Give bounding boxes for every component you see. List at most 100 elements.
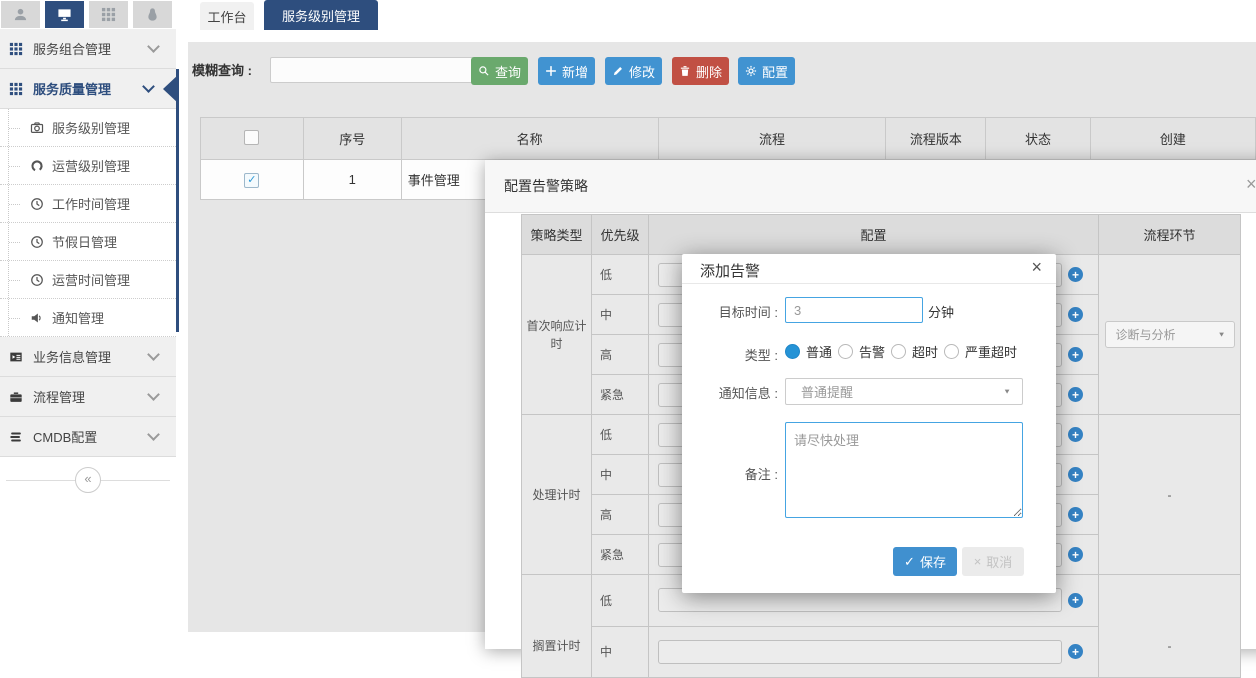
sidebar-item-label: 工作时间管理 xyxy=(52,194,176,213)
stage-select[interactable]: 诊断与分析 ▼ xyxy=(1105,321,1235,348)
sidebar-item-label: 运营级别管理 xyxy=(52,156,176,175)
x-icon: × xyxy=(974,554,982,569)
close-icon[interactable]: × xyxy=(1031,258,1042,276)
sidebar-item-holiday-mgmt[interactable]: 节假日管理 xyxy=(0,223,176,261)
apps-icon xyxy=(101,7,116,22)
remark-textarea[interactable]: 请尽快处理 xyxy=(785,422,1023,518)
close-icon[interactable]: × xyxy=(1246,175,1256,193)
add-alert-button[interactable]: + xyxy=(1068,387,1083,402)
sidebar-item-label: 服务级别管理 xyxy=(52,118,176,137)
row-select-cell xyxy=(201,160,304,200)
process-stage-cell: - xyxy=(1099,575,1241,678)
radio-option-0[interactable]: 普通 xyxy=(785,342,832,361)
add-button[interactable]: 新增 xyxy=(538,57,595,85)
target-time-input[interactable] xyxy=(785,297,923,323)
radio-label: 告警 xyxy=(859,342,885,361)
app-switcher xyxy=(0,0,176,29)
priority-cell: 紧急 xyxy=(592,535,649,575)
sidebar-item-process-mgmt[interactable]: 流程管理 xyxy=(0,377,176,417)
search-input[interactable] xyxy=(270,57,474,83)
column-header: 创建 xyxy=(1090,118,1255,160)
delete-button[interactable]: 删除 xyxy=(672,57,729,85)
sidebar-item-operation-time-mgmt[interactable]: 运营时间管理 xyxy=(0,261,176,299)
config-button[interactable]: 配置 xyxy=(738,57,795,85)
tab-service-level-mgmt[interactable]: 服务级别管理 xyxy=(264,0,378,30)
stage-select-value: 诊断与分析 xyxy=(1116,326,1176,343)
notify-select-value: 普通提醒 xyxy=(801,382,853,401)
notify-select[interactable]: 普通提醒 ▼ xyxy=(785,378,1023,405)
strategy-type-cell: 首次响应计时 xyxy=(522,255,592,415)
add-alert-button[interactable]: + xyxy=(1068,467,1083,482)
speaker-icon xyxy=(30,311,44,325)
sidebar-item-label: 通知管理 xyxy=(52,308,176,327)
add-alert-button[interactable]: + xyxy=(1068,547,1083,562)
ring-icon xyxy=(30,159,44,173)
sidebar-item-business-info-mgmt[interactable]: 业务信息管理 xyxy=(0,337,176,377)
select-all-checkbox[interactable] xyxy=(244,130,259,145)
radio-option-3[interactable]: 严重超时 xyxy=(944,342,1017,361)
add-alert-button[interactable]: + xyxy=(1068,427,1083,442)
screen: { "topbar": { "icons": [ {"icon": "user"… xyxy=(0,0,1256,632)
chevron-down-icon xyxy=(142,80,155,93)
search-icon xyxy=(478,65,490,77)
priority-cell: 高 xyxy=(592,335,649,375)
app-button-apps[interactable] xyxy=(89,1,128,28)
column-header: 流程 xyxy=(658,118,886,160)
priority-cell: 低 xyxy=(592,255,649,295)
add-alert-button[interactable]: + xyxy=(1068,593,1083,608)
column-header: 状态 xyxy=(986,118,1090,160)
caret-down-icon: ▼ xyxy=(1218,331,1226,339)
modal-title: 添加告警 xyxy=(700,260,760,281)
radio-option-1[interactable]: 告警 xyxy=(838,342,885,361)
add-alert-button[interactable]: + xyxy=(1068,267,1083,282)
edit-icon xyxy=(612,65,624,77)
cancel-button[interactable]: × 取消 xyxy=(962,547,1024,576)
app-button-user[interactable] xyxy=(1,1,40,28)
radio-icon xyxy=(891,344,906,359)
sidebar-collapse-button[interactable]: « xyxy=(0,465,176,495)
clock-icon xyxy=(30,197,44,211)
radio-icon xyxy=(785,344,800,359)
radio-option-2[interactable]: 超时 xyxy=(891,342,938,361)
query-button[interactable]: 查询 xyxy=(471,57,528,85)
briefcase-icon xyxy=(9,390,23,404)
add-alert-button[interactable]: + xyxy=(1068,507,1083,522)
column-header: 序号 xyxy=(303,118,401,160)
sidebar-item-work-time-mgmt[interactable]: 工作时间管理 xyxy=(0,185,176,223)
chevron-down-icon xyxy=(147,428,160,441)
add-alert-button[interactable]: + xyxy=(1068,644,1083,659)
caret-down-icon: ▼ xyxy=(1003,388,1011,396)
active-menu-indicator-wedge xyxy=(163,74,179,104)
sidebar-item-label: 服务质量管理 xyxy=(33,79,144,98)
row-checkbox[interactable] xyxy=(244,173,259,188)
sidebar-item-service-portfolio-mgmt[interactable]: 服务组合管理 xyxy=(0,29,176,69)
save-button[interactable]: ✓ 保存 xyxy=(893,547,957,576)
sidebar-item-service-level-mgmt[interactable]: 服务级别管理 xyxy=(0,109,176,147)
sidebar-item-service-quality-mgmt[interactable]: 服务质量管理 xyxy=(0,69,176,109)
modal-header: 配置告警策略 × xyxy=(485,160,1256,213)
app-button-monitor[interactable] xyxy=(45,1,84,28)
strategy-type-cell: 处理计时 xyxy=(522,415,592,575)
button-label: 查询 xyxy=(495,62,521,81)
alert-config-input[interactable] xyxy=(658,640,1062,664)
chevron-down-icon xyxy=(147,40,160,53)
radio-icon xyxy=(944,344,959,359)
edit-button[interactable]: 修改 xyxy=(605,57,662,85)
app-button-penguin[interactable] xyxy=(133,1,172,28)
tab-label: 工作台 xyxy=(207,7,246,26)
tab-workbench[interactable]: 工作台 xyxy=(200,2,254,30)
sidebar-item-label: 流程管理 xyxy=(33,387,149,406)
column-header: 策略类型 xyxy=(522,215,592,255)
sidebar-item-operation-level-mgmt[interactable]: 运营级别管理 xyxy=(0,147,176,185)
select-all-header-cell xyxy=(201,118,304,160)
sidebar-item-label: CMDB配置 xyxy=(33,427,149,446)
add-alert-button[interactable]: + xyxy=(1068,307,1083,322)
type-radio-group: 普通 告警超时严重超时 xyxy=(785,342,1023,361)
sidebar-item-notification-mgmt[interactable]: 通知管理 xyxy=(0,299,176,337)
sidebar-item-cmdb-config[interactable]: CMDB配置 xyxy=(0,417,176,457)
add-alert-button[interactable]: + xyxy=(1068,347,1083,362)
sidebar-menu: 服务组合管理服务质量管理服务级别管理运营级别管理工作时间管理节假日管理运营时间管… xyxy=(0,29,176,457)
clock-icon xyxy=(30,235,44,249)
plus-icon xyxy=(545,65,557,77)
playlist-icon xyxy=(9,350,23,364)
